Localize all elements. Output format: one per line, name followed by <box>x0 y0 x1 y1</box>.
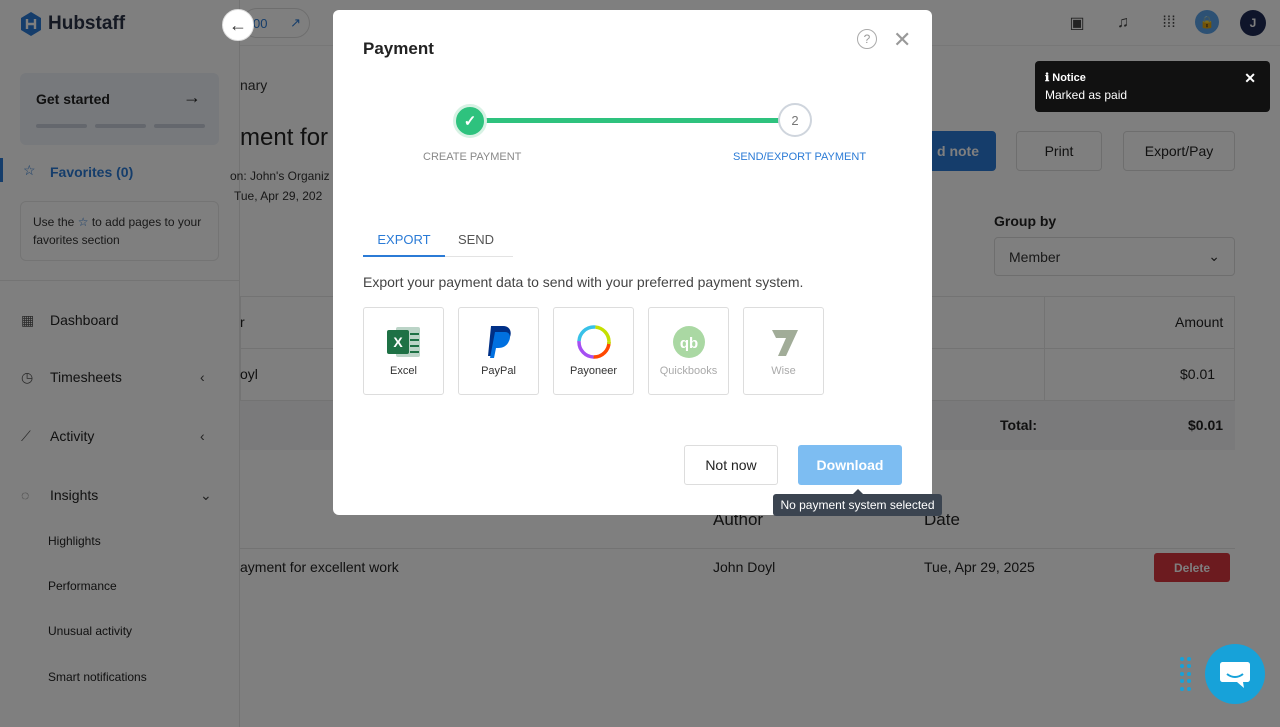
excel-icon: X <box>387 327 420 357</box>
tab-export[interactable]: EXPORT <box>363 230 445 257</box>
download-tooltip: No payment system selected <box>773 489 942 516</box>
payment-option-quickbooks[interactable]: qb Quickbooks <box>648 307 729 395</box>
step-progress-line <box>468 118 794 123</box>
payment-option-paypal[interactable]: PayPal <box>458 307 539 395</box>
payment-option-excel[interactable]: X Excel <box>363 307 444 395</box>
option-label: Payoneer <box>569 365 618 377</box>
payment-option-wise[interactable]: Wise <box>743 307 824 395</box>
not-now-button[interactable]: Not now <box>684 445 778 485</box>
close-toast-icon[interactable]: ✕ <box>1244 70 1256 87</box>
payoneer-icon <box>577 325 611 359</box>
export-description: Export your payment data to send with yo… <box>363 274 804 290</box>
option-label: Quickbooks <box>659 365 718 377</box>
help-icon[interactable]: ? <box>857 29 877 49</box>
modal-title: Payment <box>363 39 434 58</box>
collapse-sidebar-button[interactable]: ← <box>222 9 254 41</box>
option-label: Excel <box>390 365 417 377</box>
arrow-left-icon: ← <box>229 14 247 35</box>
info-icon: ℹ <box>1045 72 1050 84</box>
chat-widget-button[interactable] <box>1205 644 1265 704</box>
toast-message: Marked as paid <box>1045 88 1128 102</box>
quickbooks-icon: qb <box>673 326 705 358</box>
tab-send[interactable]: SEND <box>445 230 507 257</box>
export-send-tabs: EXPORT SEND <box>363 230 513 257</box>
payment-option-payoneer[interactable]: Payoneer <box>553 307 634 395</box>
step-2-label: SEND/EXPORT PAYMENT <box>733 151 867 163</box>
step-complete-check-icon: ✓ <box>453 104 487 138</box>
notice-toast: ℹ Notice Marked as paid ✕ <box>1035 61 1270 112</box>
wise-icon <box>772 330 798 356</box>
close-icon[interactable]: ✕ <box>893 27 911 53</box>
download-button[interactable]: Download <box>798 445 902 485</box>
payment-modal: Payment ? ✕ ✓ 2 CREATE PAYMENT SEND/EXPO… <box>333 10 932 515</box>
step-2-indicator: 2 <box>778 103 812 137</box>
option-label: Wise <box>771 365 796 377</box>
svg-text:X: X <box>393 334 403 350</box>
svg-text:qb: qb <box>680 335 698 352</box>
step-1-label: CREATE PAYMENT <box>423 151 522 163</box>
toast-heading: Notice <box>1052 72 1086 84</box>
drag-handle-icon[interactable] <box>1180 657 1194 691</box>
chat-bubble-icon <box>1220 662 1250 688</box>
option-label: PayPal <box>481 365 516 377</box>
paypal-icon <box>488 326 511 358</box>
